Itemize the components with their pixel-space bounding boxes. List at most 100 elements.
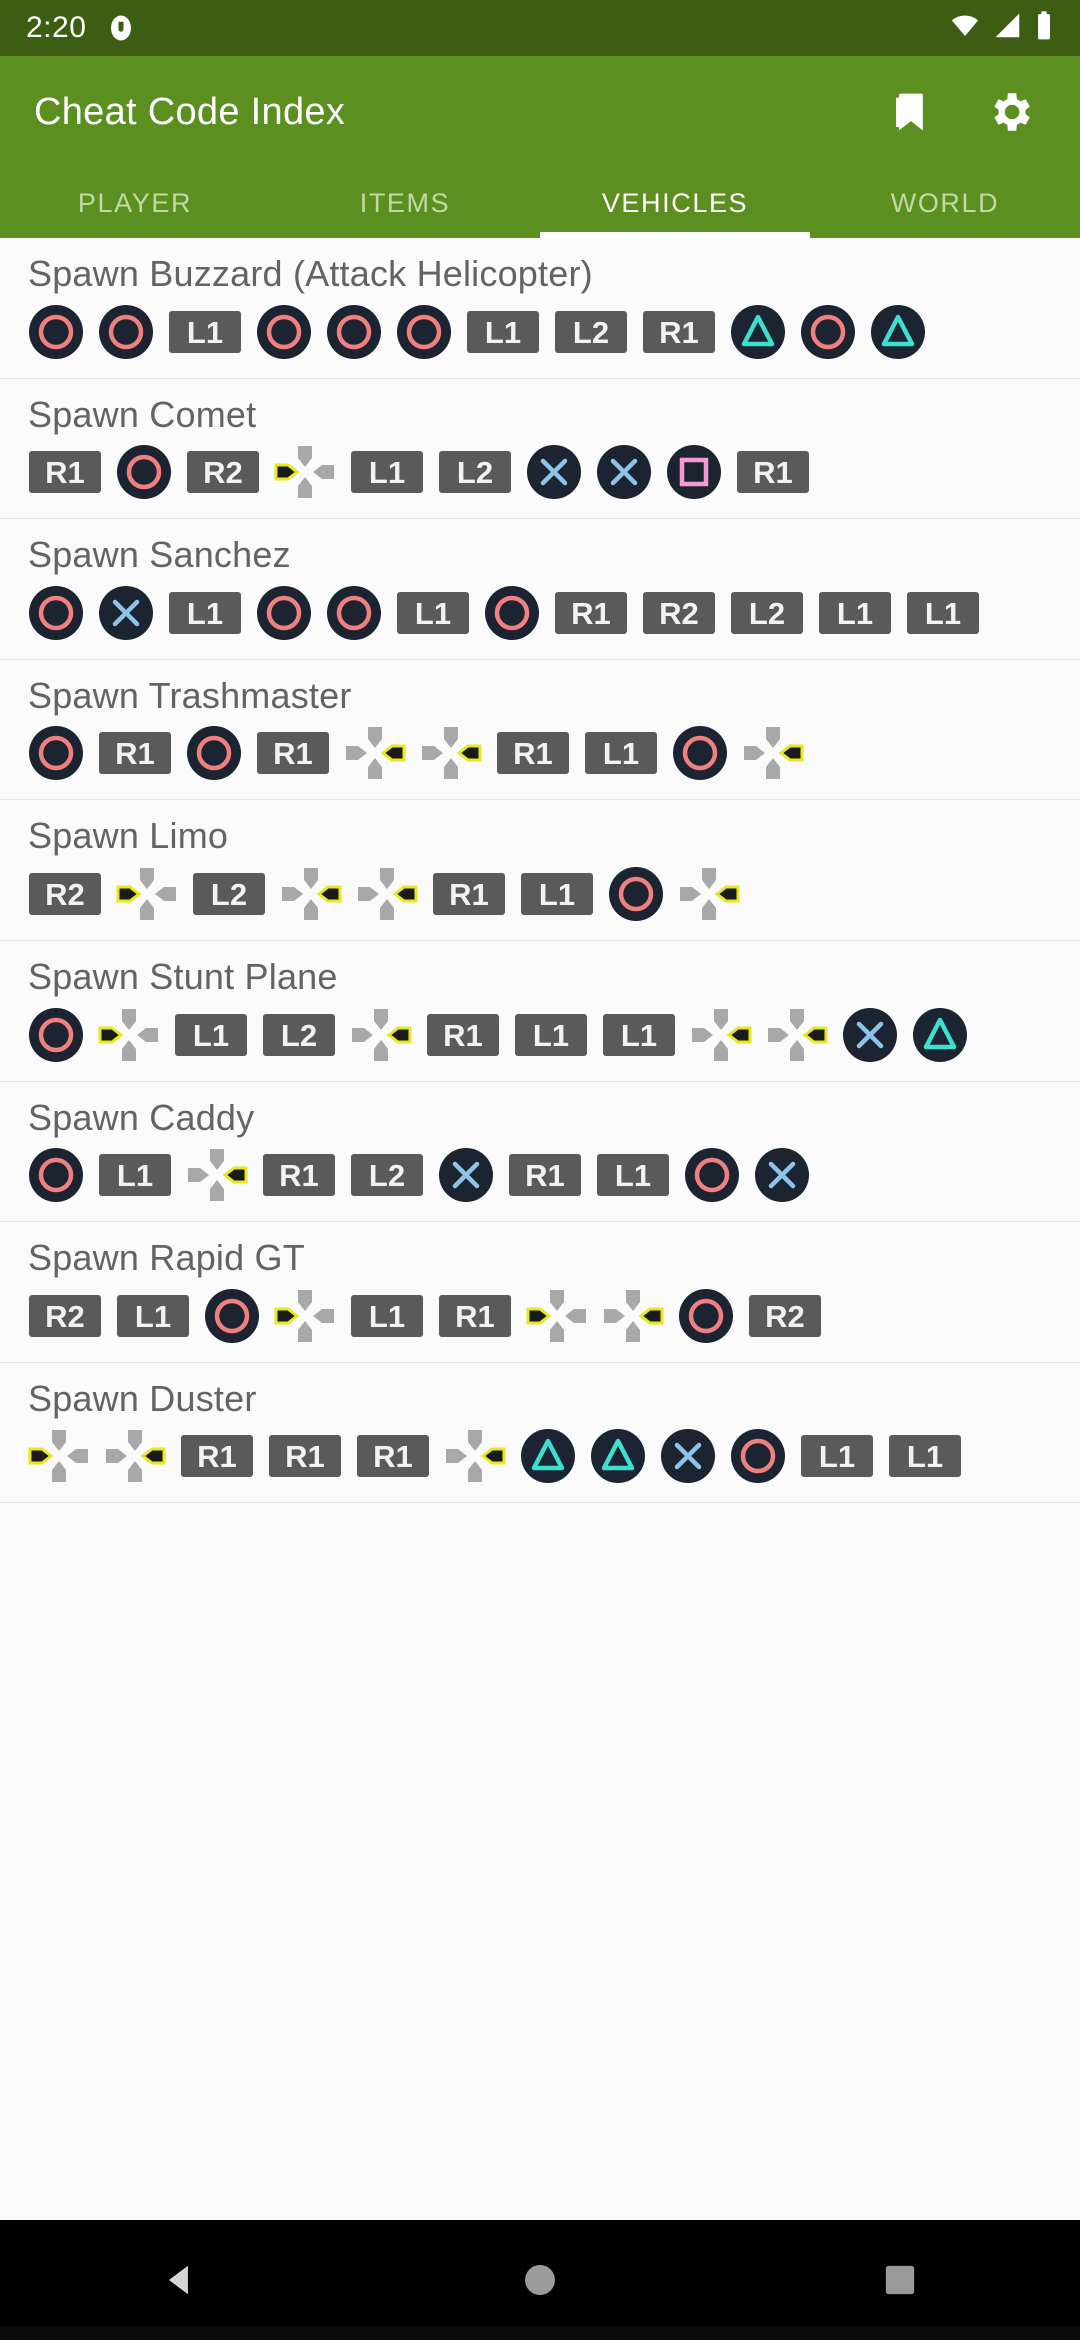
svg-text:R1: R1 xyxy=(273,736,313,771)
svg-text:L2: L2 xyxy=(211,877,247,912)
circle-button-icon xyxy=(98,304,154,360)
svg-text:L1: L1 xyxy=(117,1158,153,1193)
cheat-entry[interactable]: Spawn Caddy L1 R1 L2 R1 L1 xyxy=(0,1081,1080,1223)
svg-text:R1: R1 xyxy=(279,1158,319,1193)
svg-text:L1: L1 xyxy=(925,596,961,631)
cheat-entry[interactable]: Spawn Buzzard (Attack Helicopter) L1 L1 … xyxy=(0,238,1080,379)
tab-world[interactable]: WORLD xyxy=(810,168,1080,238)
shoulder-button-r1-icon: R1 xyxy=(432,872,506,916)
cheat-button-sequence: R2 L1 L1 R1 R2 xyxy=(28,1288,1052,1344)
svg-text:L1: L1 xyxy=(369,1299,405,1334)
tab-items[interactable]: ITEMS xyxy=(270,168,540,238)
svg-text:R1: R1 xyxy=(571,596,611,631)
cheat-button-sequence: L1 L2 R1 L1 L1 xyxy=(28,1007,1052,1063)
circle-button-icon xyxy=(800,304,856,360)
shoulder-button-l1-icon: L1 xyxy=(888,1434,962,1478)
shoulder-button-l1-icon: L1 xyxy=(818,591,892,635)
gear-icon[interactable] xyxy=(984,86,1036,138)
cheat-entry[interactable]: Spawn Duster R1 R1 R1 L1 L1 xyxy=(0,1362,1080,1504)
dpad-left-icon xyxy=(28,1428,90,1484)
dpad-right-icon xyxy=(444,1428,506,1484)
circle-button-icon xyxy=(608,866,664,922)
svg-text:L1: L1 xyxy=(369,455,405,490)
svg-text:L1: L1 xyxy=(539,877,575,912)
shoulder-button-r1-icon: R1 xyxy=(356,1434,430,1478)
svg-text:L2: L2 xyxy=(573,315,609,350)
dpad-right-icon xyxy=(602,1288,664,1344)
circle-button-icon xyxy=(684,1147,740,1203)
recents-square-icon[interactable] xyxy=(840,2220,960,2340)
circle-button-icon xyxy=(256,585,312,641)
shoulder-button-l1-icon: L1 xyxy=(514,1013,588,1057)
circle-button-icon xyxy=(326,304,382,360)
shoulder-button-l1-icon: L1 xyxy=(466,310,540,354)
cheat-entry[interactable]: Spawn Stunt Plane L1 L2 R1 L1 L1 xyxy=(0,940,1080,1082)
wifi-icon xyxy=(948,11,982,46)
shoulder-button-r1-icon: R1 xyxy=(262,1153,336,1197)
shoulder-button-r1-icon: R1 xyxy=(438,1294,512,1338)
triangle-button-icon xyxy=(870,304,926,360)
cheat-title: Spawn Rapid GT xyxy=(28,1237,305,1279)
shoulder-button-l1-icon: L1 xyxy=(596,1153,670,1197)
shoulder-button-l1-icon: L1 xyxy=(350,1294,424,1338)
shoulder-button-r1-icon: R1 xyxy=(180,1434,254,1478)
shoulder-button-r1-icon: R1 xyxy=(426,1013,500,1057)
dpad-left-icon xyxy=(98,1007,160,1063)
tab-vehicles[interactable]: VEHICLES xyxy=(540,168,810,238)
svg-text:R1: R1 xyxy=(443,1018,483,1053)
cheat-entry[interactable]: Spawn Sanchez L1 L1 R1 R2 L2 L1 L1 xyxy=(0,519,1080,660)
cheat-list[interactable]: Spawn Buzzard (Attack Helicopter) L1 L1 … xyxy=(0,238,1080,2220)
shoulder-button-r1-icon: R1 xyxy=(256,731,330,775)
cheat-button-sequence: L1 R1 L2 R1 L1 xyxy=(28,1147,1052,1203)
bookmark-icon[interactable] xyxy=(884,86,936,138)
svg-text:L1: L1 xyxy=(187,315,223,350)
shoulder-button-r1-icon: R1 xyxy=(736,450,810,494)
home-circle-icon[interactable] xyxy=(480,2220,600,2340)
shoulder-button-l2-icon: L2 xyxy=(350,1153,424,1197)
dpad-right-icon xyxy=(356,866,418,922)
shoulder-button-r2-icon: R2 xyxy=(28,1294,102,1338)
svg-text:R1: R1 xyxy=(45,455,85,490)
circle-button-icon xyxy=(678,1288,734,1344)
cheat-title: Spawn Limo xyxy=(28,815,229,857)
cheat-title: Spawn Stunt Plane xyxy=(28,955,338,997)
tab-bar: PLAYER ITEMS VEHICLES WORLD xyxy=(0,168,1080,238)
dpad-right-icon xyxy=(186,1147,248,1203)
tab-label: WORLD xyxy=(890,187,1000,218)
svg-text:L1: L1 xyxy=(603,736,639,771)
dpad-right-icon xyxy=(766,1007,828,1063)
cheat-entry[interactable]: Spawn Comet R1 R2 L1 L2 R1 xyxy=(0,378,1080,520)
shoulder-button-l1-icon: L1 xyxy=(584,731,658,775)
shoulder-button-r1-icon: R1 xyxy=(268,1434,342,1478)
shoulder-button-r2-icon: R2 xyxy=(28,872,102,916)
svg-text:R1: R1 xyxy=(525,1158,565,1193)
cheat-entry[interactable]: Spawn Limo R2 L2 R1 L1 xyxy=(0,800,1080,941)
cheat-title: Spawn Comet xyxy=(28,393,257,435)
circle-button-icon xyxy=(730,1428,786,1484)
shoulder-button-l1-icon: L1 xyxy=(98,1153,172,1197)
svg-text:R1: R1 xyxy=(197,1439,237,1474)
cheat-entry[interactable]: Spawn Trashmaster R1 R1 R1 L1 xyxy=(0,659,1080,801)
svg-text:L1: L1 xyxy=(621,1018,657,1053)
svg-text:R2: R2 xyxy=(45,1299,85,1334)
back-triangle-icon[interactable] xyxy=(120,2220,240,2340)
cross-button-icon xyxy=(98,585,154,641)
cheat-entry[interactable]: Spawn Rapid GT R2 L1 L1 R1 R2 xyxy=(0,1222,1080,1363)
dpad-right-icon xyxy=(420,725,482,781)
shoulder-button-r1-icon: R1 xyxy=(554,591,628,635)
dpad-left-icon xyxy=(274,1288,336,1344)
shoulder-button-l2-icon: L2 xyxy=(730,591,804,635)
tab-label: VEHICLES xyxy=(601,187,749,218)
cheat-button-sequence: L1 L1 R1 R2 L2 L1 L1 xyxy=(28,585,1052,641)
shoulder-button-l1-icon: L1 xyxy=(174,1013,248,1057)
svg-text:L1: L1 xyxy=(819,1439,855,1474)
circle-button-icon xyxy=(28,725,84,781)
circle-button-icon xyxy=(28,585,84,641)
circle-button-icon xyxy=(204,1288,260,1344)
cross-button-icon xyxy=(754,1147,810,1203)
shoulder-button-r1-icon: R1 xyxy=(508,1153,582,1197)
svg-text:L2: L2 xyxy=(749,596,785,631)
tab-player[interactable]: PLAYER xyxy=(0,168,270,238)
svg-text:L1: L1 xyxy=(615,1158,651,1193)
cheat-button-sequence: R1 R1 R1 L1 L1 xyxy=(28,1428,1052,1484)
